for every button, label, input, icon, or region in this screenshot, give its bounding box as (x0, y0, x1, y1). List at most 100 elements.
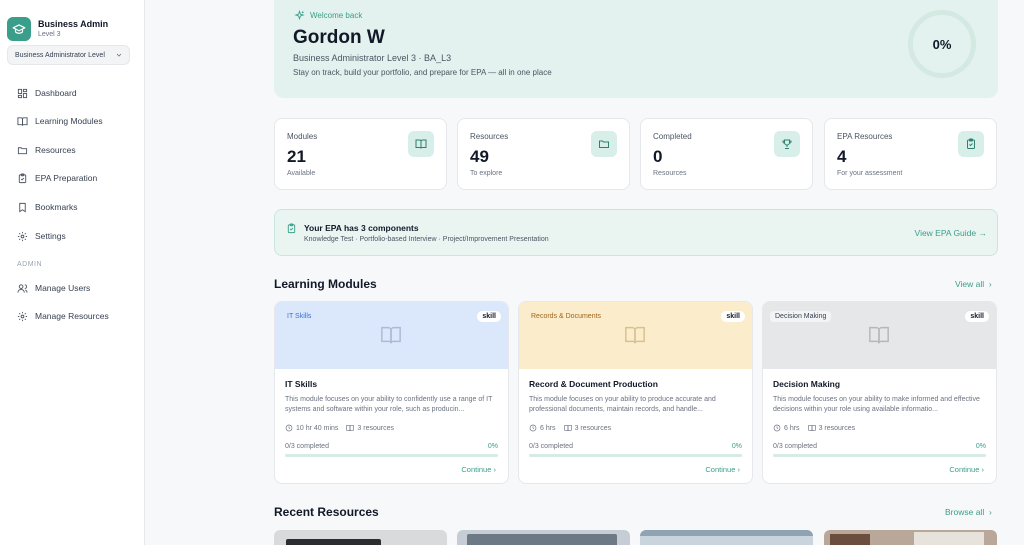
stat-subtitle: Resources (653, 170, 687, 177)
clock-icon (773, 424, 781, 432)
module-meta: 10 hr 40 mins 3 resources (285, 424, 402, 432)
module-progress-label: 0/3 completed (773, 443, 817, 450)
overall-progress-ring: 0% (908, 10, 976, 78)
sidebar-item-learning-modules[interactable]: Learning Modules (17, 113, 137, 129)
clipboard-check-icon (287, 223, 296, 234)
trophy-icon (774, 131, 800, 157)
browse-all-label: Browse all (945, 507, 985, 517)
module-description: This module focuses on your ability to c… (285, 396, 493, 413)
epa-info-banner: Your EPA has 3 components Knowledge Test… (274, 209, 998, 256)
gear-icon (17, 311, 28, 321)
sidebar-item-manage-resources[interactable]: Manage Resources (17, 308, 137, 324)
module-type-badge: skill (965, 311, 989, 322)
sidebar-item-dashboard[interactable]: Dashboard (17, 85, 137, 101)
clock-icon (285, 424, 293, 432)
overall-progress-value: 0% (932, 36, 952, 52)
module-card-it-skills[interactable]: IT Skills skill IT Skills This module fo… (274, 301, 509, 484)
continue-button[interactable]: Continue › (949, 465, 984, 474)
book-icon (807, 425, 816, 432)
module-duration: 6 hrs (784, 424, 800, 432)
sidebar-item-label: Learning Modules (35, 116, 103, 126)
chevron-down-icon (116, 53, 122, 57)
continue-label: Continue (705, 465, 736, 474)
welcome-card: Welcome back Gordon W Business Administr… (274, 0, 998, 98)
programme-subtitle: Business Administrator Level 3 · BA_L3 (293, 53, 452, 63)
module-duration: 10 hr 40 mins (296, 424, 339, 432)
module-title: IT Skills (285, 379, 318, 389)
level-select[interactable]: Business Administrator Level (7, 45, 130, 65)
main-content: Welcome back Gordon W Business Administr… (145, 0, 1024, 545)
stat-card-epa-resources: EPA Resources 4 For your assessment (824, 118, 997, 190)
resource-thumbnail[interactable] (457, 530, 630, 545)
brand[interactable]: Business Admin Level 3 (7, 17, 108, 41)
module-progress-percent: 0% (975, 443, 986, 450)
module-category-badge: Records & Documents (526, 311, 607, 322)
sidebar-item-resources[interactable]: Resources (17, 142, 137, 158)
continue-button[interactable]: Continue › (461, 465, 496, 474)
module-meta: 6 hrs 3 resources (773, 424, 863, 432)
stat-title: Resources (470, 132, 509, 141)
brand-name: Business Admin (38, 19, 109, 29)
book-icon (17, 116, 28, 126)
module-card-banner: IT Skills skill (275, 302, 508, 369)
browse-all-resources-link[interactable]: Browse all › (945, 507, 992, 517)
folder-icon (591, 131, 617, 157)
brand-level: Level 3 (38, 31, 61, 38)
sparkles-icon (294, 10, 305, 21)
stat-card-completed: Completed 0 Resources (640, 118, 813, 190)
sidebar-item-label: Bookmarks (35, 202, 78, 212)
level-select-value: Business Administrator Level (15, 51, 105, 59)
resource-thumbnail[interactable] (640, 530, 813, 545)
book-icon (346, 425, 355, 432)
module-type-badge: skill (477, 311, 501, 322)
module-resource-count: 3 resources (818, 424, 856, 432)
epa-components: Knowledge Test · Portfolio-based Intervi… (304, 236, 549, 243)
view-all-label: View all (955, 279, 985, 289)
resource-thumbnail[interactable] (824, 530, 997, 545)
view-all-modules-link[interactable]: View all › (955, 279, 992, 289)
continue-label: Continue (461, 465, 492, 474)
user-name: Gordon W (293, 27, 385, 48)
sidebar-item-label: Manage Users (35, 283, 91, 293)
module-title: Record & Document Production (529, 379, 658, 389)
sidebar-item-settings[interactable]: Settings (17, 228, 137, 244)
stat-subtitle: Available (287, 170, 316, 177)
resource-thumbnail[interactable] (274, 530, 447, 545)
book-icon (869, 326, 889, 344)
chevron-right-icon: › (986, 507, 992, 517)
sidebar-item-label: Resources (35, 145, 76, 155)
module-progress-label: 0/3 completed (285, 443, 329, 450)
module-progress-bar (285, 454, 498, 457)
stat-card-resources: Resources 49 To explore (457, 118, 630, 190)
sidebar-item-label: Manage Resources (35, 311, 109, 321)
bookmark-icon (19, 202, 26, 212)
book-icon (381, 326, 401, 344)
module-category-badge: Decision Making (770, 311, 832, 322)
module-meta: 6 hrs 3 resources (529, 424, 619, 432)
sidebar-item-epa-preparation[interactable]: EPA Preparation (17, 170, 137, 186)
chevron-right-icon: › (491, 465, 496, 474)
module-progress-bar (529, 454, 742, 457)
continue-button[interactable]: Continue › (705, 465, 740, 474)
users-icon (17, 283, 28, 293)
module-resource-count: 3 resources (574, 424, 612, 432)
clipboard-check-icon (958, 131, 984, 157)
sidebar-item-manage-users[interactable]: Manage Users (17, 280, 137, 296)
sidebar-item-label: Dashboard (35, 88, 77, 98)
view-epa-guide-link[interactable]: View EPA Guide → (915, 228, 987, 238)
module-title: Decision Making (773, 379, 841, 389)
module-description: This module focuses on your ability to m… (773, 396, 980, 413)
gear-icon (17, 231, 28, 241)
module-progress-label: 0/3 completed (529, 443, 573, 450)
sidebar-item-bookmarks[interactable]: Bookmarks (17, 199, 137, 215)
module-card-decision-making[interactable]: Decision Making skill Decision Making Th… (762, 301, 997, 484)
module-resource-count: 3 resources (357, 424, 394, 432)
module-duration: 6 hrs (540, 424, 556, 432)
continue-label: Continue (949, 465, 980, 474)
book-icon (408, 131, 434, 157)
chevron-right-icon: › (979, 465, 984, 474)
stat-value: 0 (653, 147, 663, 166)
module-card-record-document-production[interactable]: Records & Documents skill Record & Docum… (518, 301, 753, 484)
module-progress-percent: 0% (487, 443, 498, 450)
module-card-banner: Records & Documents skill (519, 302, 752, 369)
